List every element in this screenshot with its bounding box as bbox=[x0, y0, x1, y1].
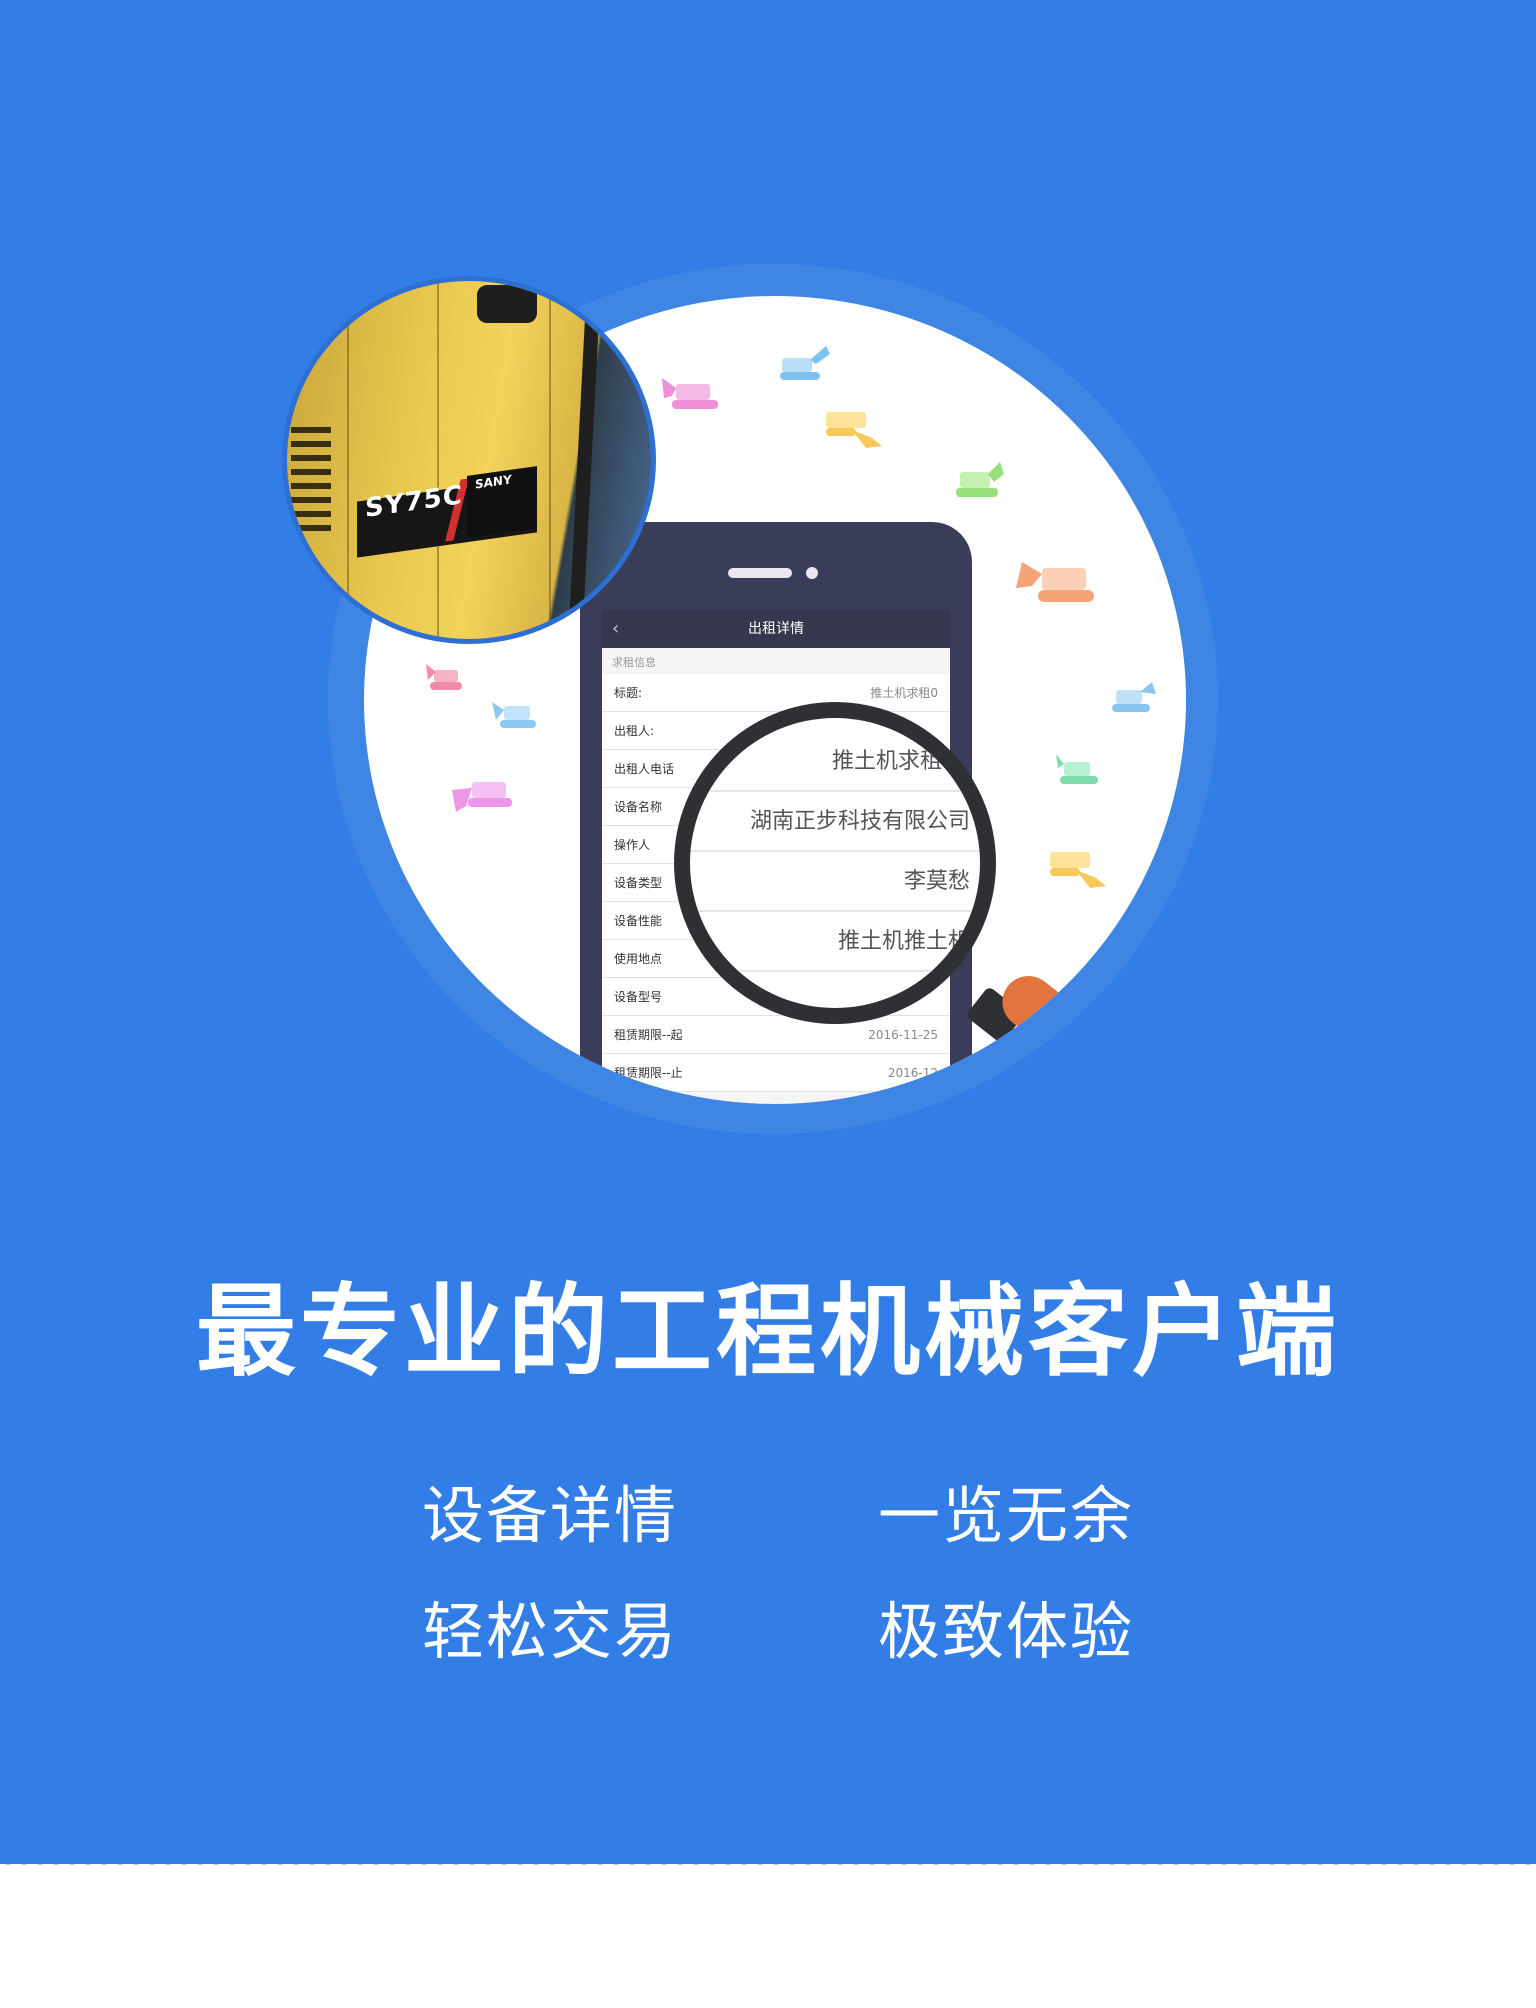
excavator-photo: SY75C SANY bbox=[282, 276, 656, 644]
toy-excavator-icon bbox=[780, 346, 830, 380]
row-label: 标题: bbox=[614, 686, 643, 700]
row-value: 推土机求租0 bbox=[870, 686, 938, 700]
detail-row: 租赁期限--起 2016-11-25 bbox=[602, 1016, 950, 1054]
feature-easy-trading: 轻松交易 bbox=[422, 1595, 679, 1668]
detail-row: 标题: 推土机求租0 bbox=[602, 674, 950, 712]
toy-excavator-icon bbox=[452, 782, 512, 812]
toy-excavator-icon bbox=[492, 702, 536, 728]
row-label: 设备名称 bbox=[614, 800, 663, 814]
bottom-white-area bbox=[0, 1866, 1536, 2008]
row-value: 2016-12 bbox=[887, 1065, 938, 1080]
promo-page: ‹ 出租详情 求租信息 标题: 推土机求租0 出租人: 出租人电话 设备名称 操作… bbox=[0, 0, 1536, 2008]
toy-excavator-icon bbox=[662, 378, 718, 409]
toy-excavator-icon bbox=[426, 664, 462, 690]
section-label: 求租信息 bbox=[612, 656, 656, 669]
feature-ultimate-experience: 极致体验 bbox=[878, 1595, 1135, 1668]
magnifier-lens: 推土机求租95 湖南正步科技有限公司 李莫愁 推土机推土机 bbox=[690, 718, 980, 1008]
phone-speaker bbox=[728, 568, 792, 578]
feature-at-a-glance: 一览无余 bbox=[878, 1479, 1135, 1552]
row-label: 使用地点 bbox=[614, 952, 663, 966]
zoomed-row: 推土机求租95 bbox=[690, 732, 980, 792]
row-label: 出租人: bbox=[614, 724, 655, 738]
detail-row: 租赁期限--止 2016-12 bbox=[602, 1054, 950, 1092]
panel-line bbox=[437, 281, 439, 639]
toy-excavator-icon bbox=[956, 462, 1004, 497]
row-label: 租赁期限--起 bbox=[614, 1028, 683, 1042]
chevron-left-icon[interactable]: ‹ bbox=[612, 610, 619, 648]
row-label: 设备类型 bbox=[614, 876, 663, 890]
row-label: 设备性能 bbox=[614, 914, 663, 928]
magnifier-icon: 推土机求租95 湖南正步科技有限公司 李莫愁 推土机推土机 bbox=[674, 702, 996, 1024]
row-label: 出租人电话 bbox=[614, 762, 675, 776]
side-mirror bbox=[477, 285, 537, 323]
toy-excavator-icon bbox=[1050, 852, 1106, 888]
app-nav-bar: ‹ 出租详情 bbox=[602, 610, 950, 648]
panel-line bbox=[347, 281, 349, 639]
headline: 最专业的工程机械客户端 bbox=[196, 1273, 1340, 1390]
row-label: 设备型号 bbox=[614, 990, 663, 1004]
phone-camera bbox=[806, 567, 818, 579]
zoomed-row: 李莫愁 bbox=[690, 852, 980, 912]
panel-line bbox=[549, 281, 551, 639]
toy-excavator-icon bbox=[1112, 682, 1156, 712]
row-value: 2016-11-25 bbox=[868, 1027, 938, 1042]
cab-post bbox=[568, 300, 600, 639]
toy-excavator-icon bbox=[826, 412, 882, 448]
row-label: 操作人 bbox=[614, 838, 651, 852]
row-label: 租赁期限--止 bbox=[614, 1066, 683, 1080]
feature-device-details: 设备详情 bbox=[422, 1479, 679, 1552]
nav-title: 出租详情 bbox=[748, 621, 804, 637]
zoomed-row: 湖南正步科技有限公司 bbox=[690, 792, 980, 852]
toy-excavator-icon bbox=[1016, 562, 1094, 602]
zoomed-row: 推土机推土机 bbox=[690, 912, 980, 972]
vent-grille bbox=[291, 421, 331, 531]
toy-excavator-icon bbox=[1056, 754, 1098, 784]
